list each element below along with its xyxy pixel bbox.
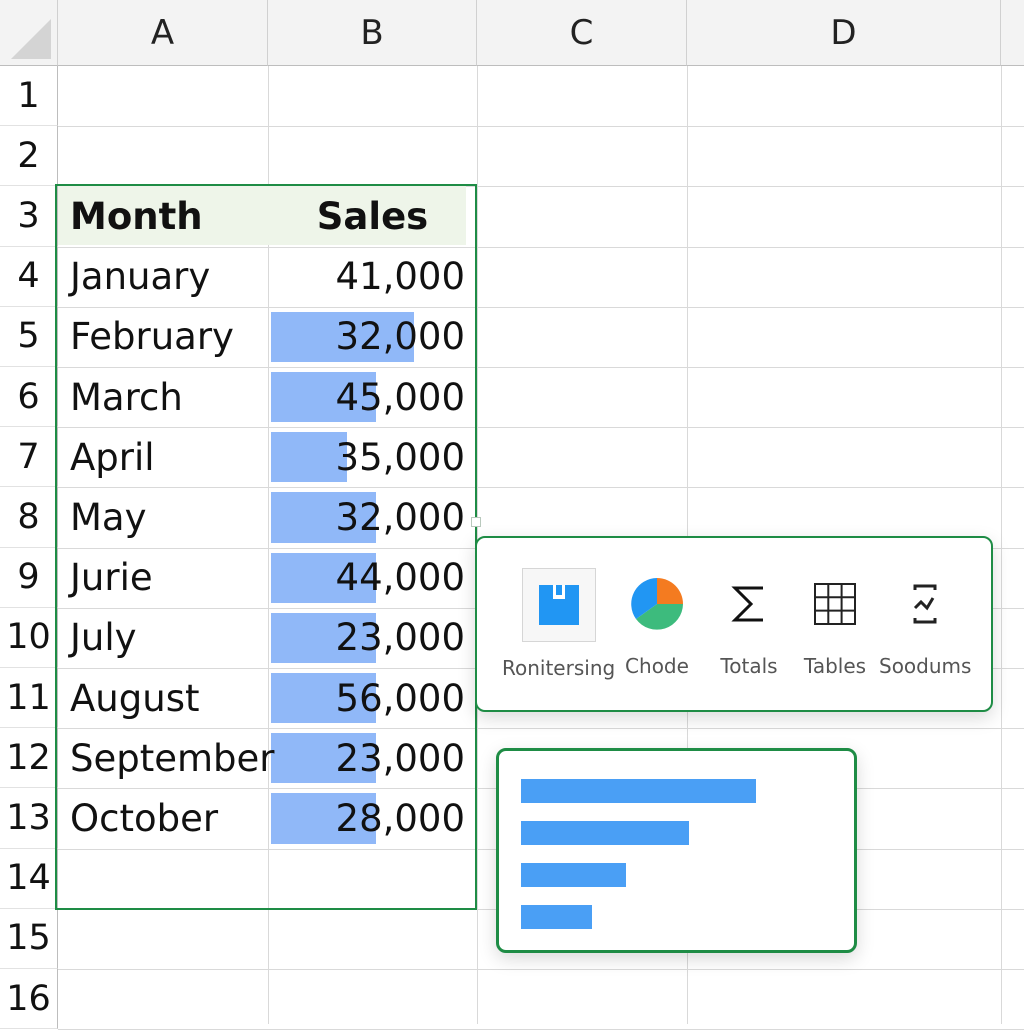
row-header-11[interactable]: 11	[0, 668, 58, 729]
cell-month[interactable]: October	[58, 788, 268, 848]
table-grid-icon	[799, 568, 871, 640]
sparklines-icon	[889, 568, 961, 640]
pie-chart-icon	[621, 568, 693, 640]
preview-bar	[521, 821, 689, 845]
option-formatting-label: Ronitersing	[502, 656, 616, 680]
row-header-5[interactable]: 5	[0, 306, 58, 367]
preview-bar	[521, 863, 626, 887]
option-charts-label: Chode	[625, 654, 689, 678]
cell-sales[interactable]: 28,000	[268, 788, 477, 848]
cell-sales[interactable]: 45,000	[268, 367, 477, 427]
row-header-16[interactable]: 16	[0, 969, 58, 1030]
preview-bar	[521, 905, 592, 929]
row-header-13[interactable]: 13	[0, 788, 58, 849]
row-header-10[interactable]: 10	[0, 607, 58, 668]
cell-month[interactable]: May	[58, 487, 268, 547]
select-all-corner[interactable]	[0, 0, 58, 66]
cell-sales[interactable]: 32,000	[268, 307, 477, 367]
cell-month[interactable]: August	[58, 668, 268, 728]
column-header-e-partial[interactable]	[1001, 0, 1024, 66]
column-header-a[interactable]: A	[58, 0, 268, 66]
cell-sales[interactable]: 44,000	[268, 548, 477, 608]
quick-analysis-handle[interactable]	[471, 517, 481, 527]
grid-line	[1001, 66, 1002, 1024]
option-sparklines[interactable]: Soodums	[879, 568, 971, 678]
column-header-d[interactable]: D	[687, 0, 1001, 66]
row-header-3[interactable]: 3	[0, 186, 58, 247]
cell-sales[interactable]: 56,000	[268, 668, 477, 728]
formatting-icon	[521, 568, 596, 642]
cell-month[interactable]: January	[58, 247, 268, 307]
header-month[interactable]: Month	[58, 186, 268, 246]
option-sparklines-label: Soodums	[879, 654, 972, 678]
row-header-4[interactable]: 4	[0, 246, 58, 307]
column-header-b[interactable]: B	[268, 0, 477, 66]
select-all-triangle	[11, 19, 51, 59]
column-header-c[interactable]: C	[477, 0, 687, 66]
row-header-15[interactable]: 15	[0, 908, 58, 969]
option-formatting[interactable]: Ronitersing	[502, 568, 615, 680]
cell-month[interactable]: March	[58, 367, 268, 427]
option-totals[interactable]: Totals	[713, 568, 785, 678]
row-header-8[interactable]: 8	[0, 487, 58, 548]
cell-sales[interactable]: 41,000	[268, 247, 477, 307]
cell-month[interactable]: September	[58, 728, 275, 788]
grid-line	[58, 969, 1024, 970]
preview-bar	[521, 779, 756, 803]
cell-sales[interactable]: 32,000	[268, 487, 477, 547]
option-charts[interactable]: Chode	[621, 568, 693, 678]
row-header-9[interactable]: 9	[0, 547, 58, 608]
row-header-1[interactable]: 1	[0, 66, 58, 127]
option-tables-label: Tables	[803, 654, 867, 678]
cell-month[interactable]: February	[58, 307, 268, 367]
row-header-14[interactable]: 14	[0, 848, 58, 909]
cell-month[interactable]: July	[58, 608, 268, 668]
chart-preview	[496, 748, 857, 953]
grid-line	[58, 126, 1024, 128]
option-totals-label: Totals	[720, 654, 778, 678]
cell-sales[interactable]: 23,000	[268, 728, 477, 788]
cell-month[interactable]: April	[58, 427, 268, 487]
row-header-7[interactable]: 7	[0, 427, 58, 488]
option-tables[interactable]: Tables	[799, 568, 871, 678]
cell-sales[interactable]: 35,000	[268, 427, 477, 487]
row-header-6[interactable]: 6	[0, 367, 58, 428]
cell-sales[interactable]: 23,000	[268, 608, 477, 668]
sigma-icon	[713, 568, 785, 640]
quick-analysis-panel: Ronitersing Chode Totals Tables Soodums	[475, 536, 993, 712]
cell-month[interactable]: Jurie	[58, 548, 268, 608]
row-header-2[interactable]: 2	[0, 126, 58, 187]
header-sales[interactable]: Sales	[268, 186, 477, 246]
row-header-12[interactable]: 12	[0, 728, 58, 789]
